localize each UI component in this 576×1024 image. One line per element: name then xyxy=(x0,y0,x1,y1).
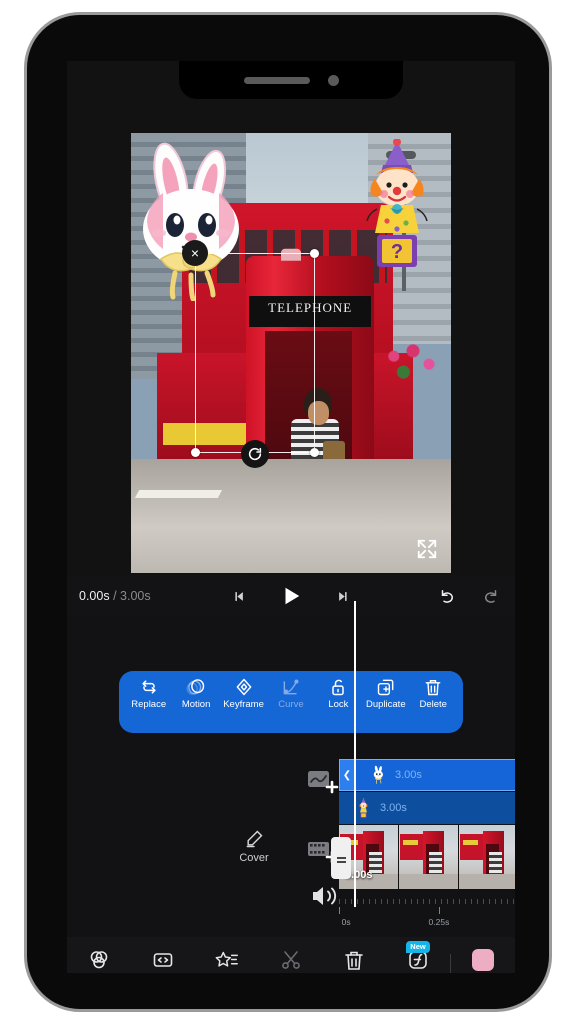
timeline-playhead[interactable] xyxy=(354,617,356,907)
volume-icon[interactable] xyxy=(309,883,339,909)
delete-button[interactable]: Delete xyxy=(322,948,386,974)
speaker-grille xyxy=(243,76,310,84)
scene-pavement xyxy=(131,458,451,573)
skip-previous-icon[interactable] xyxy=(231,589,246,604)
duplicate-label: Duplicate xyxy=(366,699,406,710)
replace-icon xyxy=(142,680,156,694)
clip-context-toolbar: Replace Motion Keyframe Curve Lock Dupli… xyxy=(119,671,463,733)
video-thumbnail xyxy=(459,825,515,889)
lock-icon xyxy=(332,679,345,696)
curve-icon xyxy=(283,679,299,695)
phone-screen: TELEPHONE ? × 0.00s / 3.00s Cover ❮ 3.00… xyxy=(67,61,515,973)
new-badge: New xyxy=(406,940,430,953)
clown-sticker-thumb xyxy=(359,798,368,818)
motion-button[interactable]: Motion xyxy=(173,677,219,710)
motion-label: Motion xyxy=(181,699,211,710)
keyframe-label: Keyframe xyxy=(223,699,264,710)
filter-button[interactable]: Filter xyxy=(67,948,131,974)
fx-button[interactable]: FX xyxy=(195,948,259,974)
front-camera-icon xyxy=(327,74,339,86)
skip-next-icon[interactable] xyxy=(336,589,351,604)
transport-controls xyxy=(231,584,351,608)
resize-handle-bottom-right[interactable] xyxy=(310,448,319,457)
ruler-mark xyxy=(438,907,440,914)
current-time: 0.00s xyxy=(79,589,110,603)
phone-notch xyxy=(179,61,403,99)
timeline-ruler[interactable]: 0s 0.25s 0.5s xyxy=(339,899,515,933)
scene-flowers xyxy=(380,335,445,389)
clip-duration-label: 3.00s xyxy=(380,802,407,814)
video-canvas[interactable]: TELEPHONE ? × xyxy=(131,133,451,573)
clip-duration-label: 3.00s xyxy=(395,769,422,781)
sticker-selection-frame[interactable]: × xyxy=(182,240,319,468)
ruler-label: 0.25s xyxy=(428,917,450,927)
flow-button[interactable]: New Flow xyxy=(386,940,450,974)
ruler-tick-marks xyxy=(339,899,515,904)
video-thumbnail xyxy=(399,825,459,889)
timeline-sticker-clip[interactable]: 3.00s xyxy=(339,792,515,824)
color-swatch xyxy=(472,948,495,971)
motion-icon xyxy=(186,679,205,695)
phone-frame: TELEPHONE ? × 0.00s / 3.00s Cover ❮ 3.00… xyxy=(24,12,552,1012)
delete-icon xyxy=(425,680,441,696)
ruler-mark xyxy=(339,907,340,914)
timeline-panel[interactable]: Cover ❮ 3.00s 3.00s 3.00s 0s 0.25s xyxy=(67,617,515,937)
delete-label: Delete xyxy=(419,699,447,710)
split-icon xyxy=(281,950,300,969)
history-controls xyxy=(437,587,501,605)
time-readout: 0.00s / 3.00s xyxy=(79,589,151,603)
delete-icon xyxy=(345,951,364,970)
transport-bar: 0.00s / 3.00s xyxy=(67,575,515,617)
video-preview-area[interactable]: TELEPHONE ? × xyxy=(67,61,515,575)
bunny-sticker-thumb xyxy=(373,765,383,784)
fx-icon xyxy=(215,951,238,967)
timeline-sticker-clip[interactable]: ❮ 3.00s xyxy=(339,759,515,791)
curve-label: Curve xyxy=(278,699,304,710)
resize-handle-top-right[interactable] xyxy=(310,249,319,258)
cover-button[interactable]: Cover xyxy=(225,829,283,864)
cover-label: Cover xyxy=(239,852,269,864)
delete-button[interactable]: Delete xyxy=(410,677,456,710)
split-button[interactable]: Split xyxy=(259,948,323,974)
trim-button[interactable]: Trim xyxy=(131,948,195,974)
scene-road-marking xyxy=(135,490,223,499)
fullscreen-icon[interactable] xyxy=(413,535,441,563)
time-separator: / xyxy=(109,589,121,603)
video-trim-handle-left[interactable] xyxy=(331,837,351,879)
trim-icon xyxy=(153,952,173,967)
undo-icon[interactable] xyxy=(437,587,457,605)
resize-handle-bottom-left[interactable] xyxy=(191,448,200,457)
duplicate-icon xyxy=(377,679,394,696)
close-icon[interactable]: × xyxy=(182,240,208,266)
curve-button[interactable]: Curve xyxy=(268,677,314,710)
add-overlay-icon[interactable] xyxy=(307,769,341,795)
rotate-icon[interactable] xyxy=(241,440,269,468)
color-button[interactable]: Color xyxy=(451,948,515,974)
total-time: 3.00s xyxy=(120,589,151,603)
play-icon[interactable] xyxy=(280,584,302,608)
ruler-label: 0s xyxy=(341,917,351,927)
keyframe-icon xyxy=(236,678,251,696)
redo-icon[interactable] xyxy=(481,587,501,605)
duplicate-button[interactable]: Duplicate xyxy=(363,677,409,710)
keyframe-button[interactable]: Keyframe xyxy=(221,677,267,710)
lock-label: Lock xyxy=(328,699,349,710)
bottom-toolbar: Filter Trim FX xyxy=(67,937,515,973)
clip-trim-handle-left[interactable]: ❮ xyxy=(340,760,354,790)
clown-sticker[interactable]: ? xyxy=(359,139,435,269)
replace-button[interactable]: Replace xyxy=(126,677,172,710)
svg-text:?: ? xyxy=(391,241,403,263)
filter-icon xyxy=(90,950,108,968)
replace-label: Replace xyxy=(131,699,167,710)
pen-icon xyxy=(246,830,263,848)
